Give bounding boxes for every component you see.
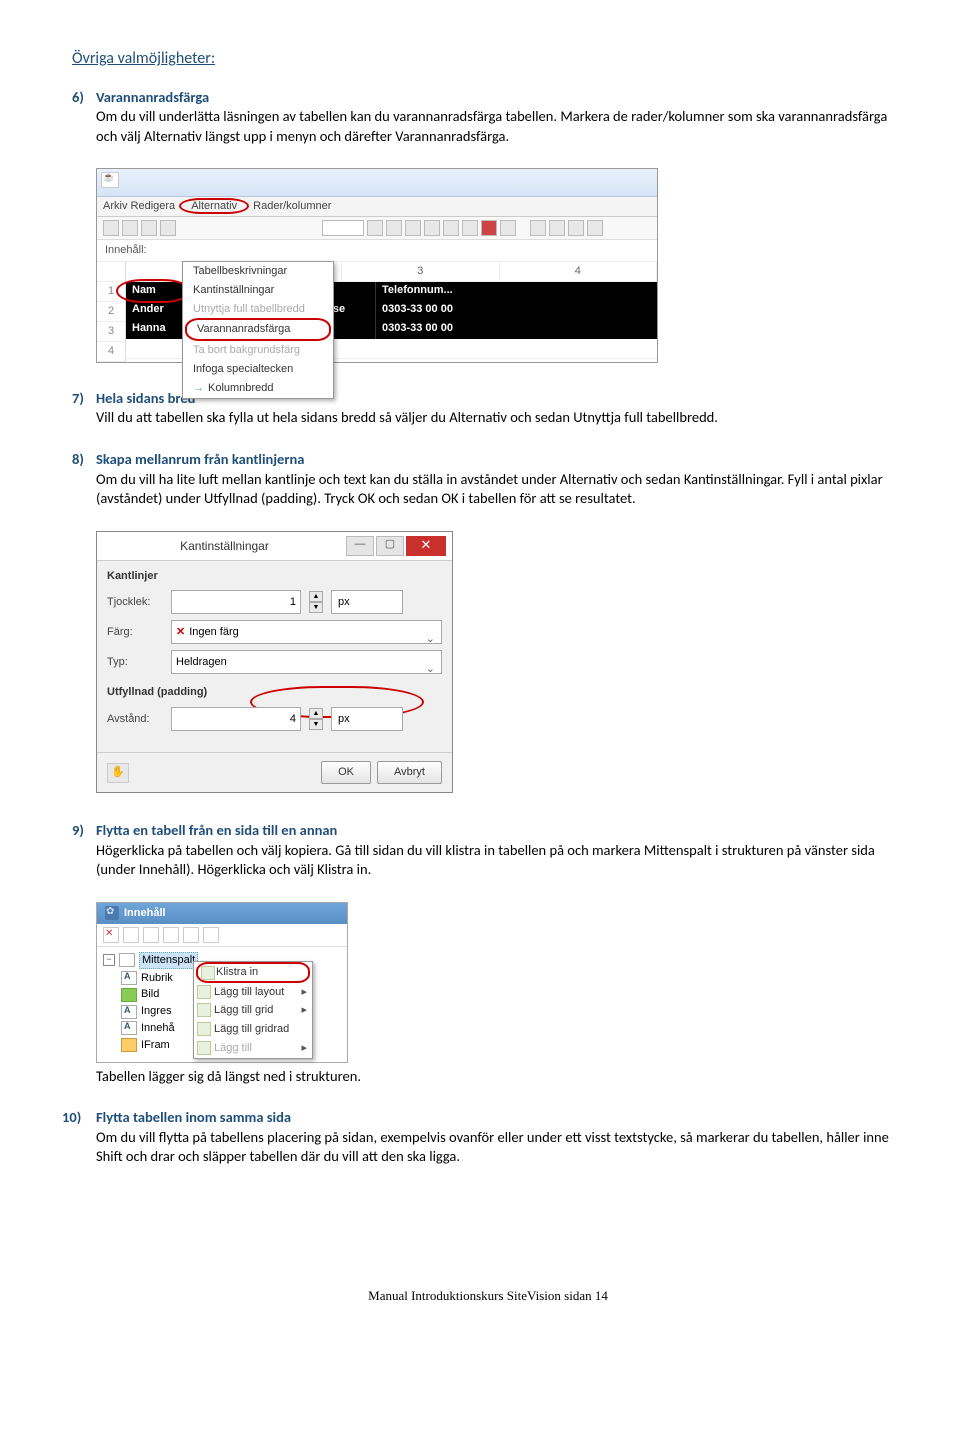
item-10-text: Om du vill flytta på tabellens placering…	[96, 1128, 904, 1167]
item-8: 8) Skapa mellanrum från kantlinjerna Om …	[72, 450, 904, 509]
panel-title-text: Innehåll	[124, 906, 166, 921]
avstand-spinner[interactable]: ▲▼	[309, 708, 323, 730]
dd-kolumnbredd[interactable]: Kolumnbredd	[183, 379, 333, 398]
maximize-button[interactable]: ▢	[376, 536, 404, 556]
table-icon[interactable]	[530, 220, 546, 236]
item-6-number: 6)	[72, 88, 96, 147]
hand-icon[interactable]: ✋	[107, 763, 129, 783]
menu-arkiv[interactable]: Arkiv	[103, 200, 127, 212]
item-6-text: Om du vill underlätta läsningen av tabel…	[96, 107, 904, 146]
save-icon[interactable]	[103, 220, 119, 236]
content-label: Innehåll:	[105, 244, 147, 256]
item-10: 10) Flytta tabellen inom samma sida Om d…	[62, 1108, 904, 1167]
page-footer: Manual Introduktionskurs SiteVision sida…	[72, 1287, 904, 1305]
tool-icon[interactable]	[183, 927, 199, 943]
tool-icon[interactable]	[163, 927, 179, 943]
item-6-heading: Varannanradsfärga	[96, 88, 904, 108]
item-7-text: Vill du att tabellen ska fylla ut hela s…	[96, 408, 904, 428]
panel-toolbar	[97, 924, 347, 947]
tool-icon[interactable]	[160, 220, 176, 236]
context-menu: Klistra in Lägg till layout▸ Lägg till g…	[193, 961, 313, 1059]
item-9-after-text: Tabellen lägger sig då längst ned i stru…	[96, 1067, 904, 1087]
avstand-input[interactable]: 4	[171, 707, 301, 731]
avstand-unit[interactable]: px	[331, 707, 403, 731]
table-icon[interactable]	[549, 220, 565, 236]
tool-icon[interactable]	[424, 220, 440, 236]
screenshot-kantinstallningar-dialog: Kantinställningar — ▢ ✕ Kantlinjer Tjock…	[96, 531, 453, 794]
ctx-klistra-in[interactable]: Klistra in	[196, 962, 310, 983]
typ-select[interactable]: Heldragen	[171, 650, 442, 674]
tool-icon[interactable]	[123, 927, 139, 943]
ctx-lagg-till-layout[interactable]: Lägg till layout▸	[194, 983, 312, 1002]
table-icon[interactable]	[587, 220, 603, 236]
dd-ta-bort-bakgrund[interactable]: Ta bort bakgrundsfärg	[183, 341, 333, 360]
close-button[interactable]: ✕	[406, 536, 446, 556]
ok-button[interactable]: OK	[321, 761, 371, 784]
avbryt-button[interactable]: Avbryt	[377, 761, 442, 784]
item-6: 6) Varannanradsfärga Om du vill underlät…	[72, 88, 904, 147]
dd-varannanradsfarga[interactable]: Varannanradsfärga	[185, 318, 331, 341]
section-kantlinjer: Kantlinjer	[97, 561, 452, 588]
dialog-title: Kantinställningar	[103, 538, 346, 554]
dd-infoga-specialtecken[interactable]: Infoga specialtecken	[183, 360, 333, 379]
item-10-heading: Flytta tabellen inom samma sida	[96, 1108, 904, 1128]
ctx-lagg-till-grid[interactable]: Lägg till grid▸	[194, 1001, 312, 1020]
tool-icon[interactable]	[462, 220, 478, 236]
item-9: 9) Flytta en tabell från en sida till en…	[72, 821, 904, 880]
tjocklek-unit[interactable]: px	[331, 590, 403, 614]
tool-icon[interactable]	[141, 220, 157, 236]
toolbar	[97, 217, 657, 240]
panel-title: Innehåll	[97, 903, 347, 924]
delete-icon[interactable]	[103, 927, 119, 943]
menubar: Arkiv Redigera Alternativ Rader/kolumner	[97, 197, 657, 217]
item-7-number: 7)	[72, 389, 96, 428]
item-8-text: Om du vill ha lite luft mellan kantlinje…	[96, 470, 904, 509]
screenshot-table-menu: Arkiv Redigera Alternativ Rader/kolumner…	[96, 168, 658, 363]
tool-icon[interactable]	[405, 220, 421, 236]
label-farg: Färg:	[107, 625, 163, 640]
dialog-footer: ✋ OK Avbryt	[97, 752, 452, 792]
farg-select[interactable]: ✕Ingen färg	[171, 620, 442, 644]
th-telefon: Telefonnum...	[375, 282, 657, 301]
menu-redigera[interactable]: Redigera	[131, 200, 176, 212]
tjocklek-spinner[interactable]: ▲▼	[309, 591, 323, 613]
dd-tabellbeskrivningar[interactable]: Tabellbeskrivningar	[183, 262, 333, 281]
italic-icon[interactable]	[386, 220, 402, 236]
tool-icon[interactable]	[143, 927, 159, 943]
tool-icon[interactable]	[122, 220, 138, 236]
ctx-lagg-till-gridrad[interactable]: Lägg till gridrad	[194, 1020, 312, 1039]
dd-kantinstallningar[interactable]: Kantinställningar	[183, 281, 333, 300]
item-8-number: 8)	[72, 450, 96, 509]
section-title: Övriga valmöjligheter:	[72, 48, 904, 70]
color-icon[interactable]	[481, 220, 497, 236]
label-tjocklek: Tjocklek:	[107, 595, 163, 610]
label-avstand: Avstånd:	[107, 712, 163, 727]
item-9-text: Högerklicka på tabellen och välj kopiera…	[96, 841, 904, 880]
item-9-heading: Flytta en tabell från en sida till en an…	[96, 821, 904, 841]
java-icon	[101, 172, 119, 188]
menu-rader-kolumner[interactable]: Rader/kolumner	[253, 200, 331, 212]
item-9-number: 9)	[72, 821, 96, 880]
row-numbers: 1234	[97, 262, 126, 362]
dd-utnyttja[interactable]: Utnyttja full tabellbredd	[183, 300, 333, 319]
screenshot-innehall-panel: Innehåll − Mittenspalt Rubrik Bild Ingre…	[96, 902, 348, 1063]
alternativ-dropdown: Tabellbeskrivningar Kantinställningar Ut…	[182, 261, 334, 399]
tjocklek-input[interactable]: 1	[171, 590, 301, 614]
dialog-titlebar: Kantinställningar — ▢ ✕	[97, 532, 452, 561]
tool-icon[interactable]	[500, 220, 516, 236]
toolbar-field[interactable]	[322, 220, 364, 236]
item-10-number: 10)	[62, 1108, 96, 1167]
item-8-heading: Skapa mellanrum från kantlinjerna	[96, 450, 904, 470]
ctx-lagg-till[interactable]: Lägg till▸	[194, 1039, 312, 1058]
gear-icon	[105, 906, 119, 920]
minimize-button[interactable]: —	[346, 536, 374, 556]
table-icon[interactable]	[568, 220, 584, 236]
highlight-circle	[116, 279, 190, 303]
search-icon[interactable]	[203, 927, 219, 943]
label-typ: Typ:	[107, 655, 163, 670]
menu-alternativ[interactable]: Alternativ	[179, 198, 249, 214]
bold-icon[interactable]	[367, 220, 383, 236]
tool-icon[interactable]	[443, 220, 459, 236]
